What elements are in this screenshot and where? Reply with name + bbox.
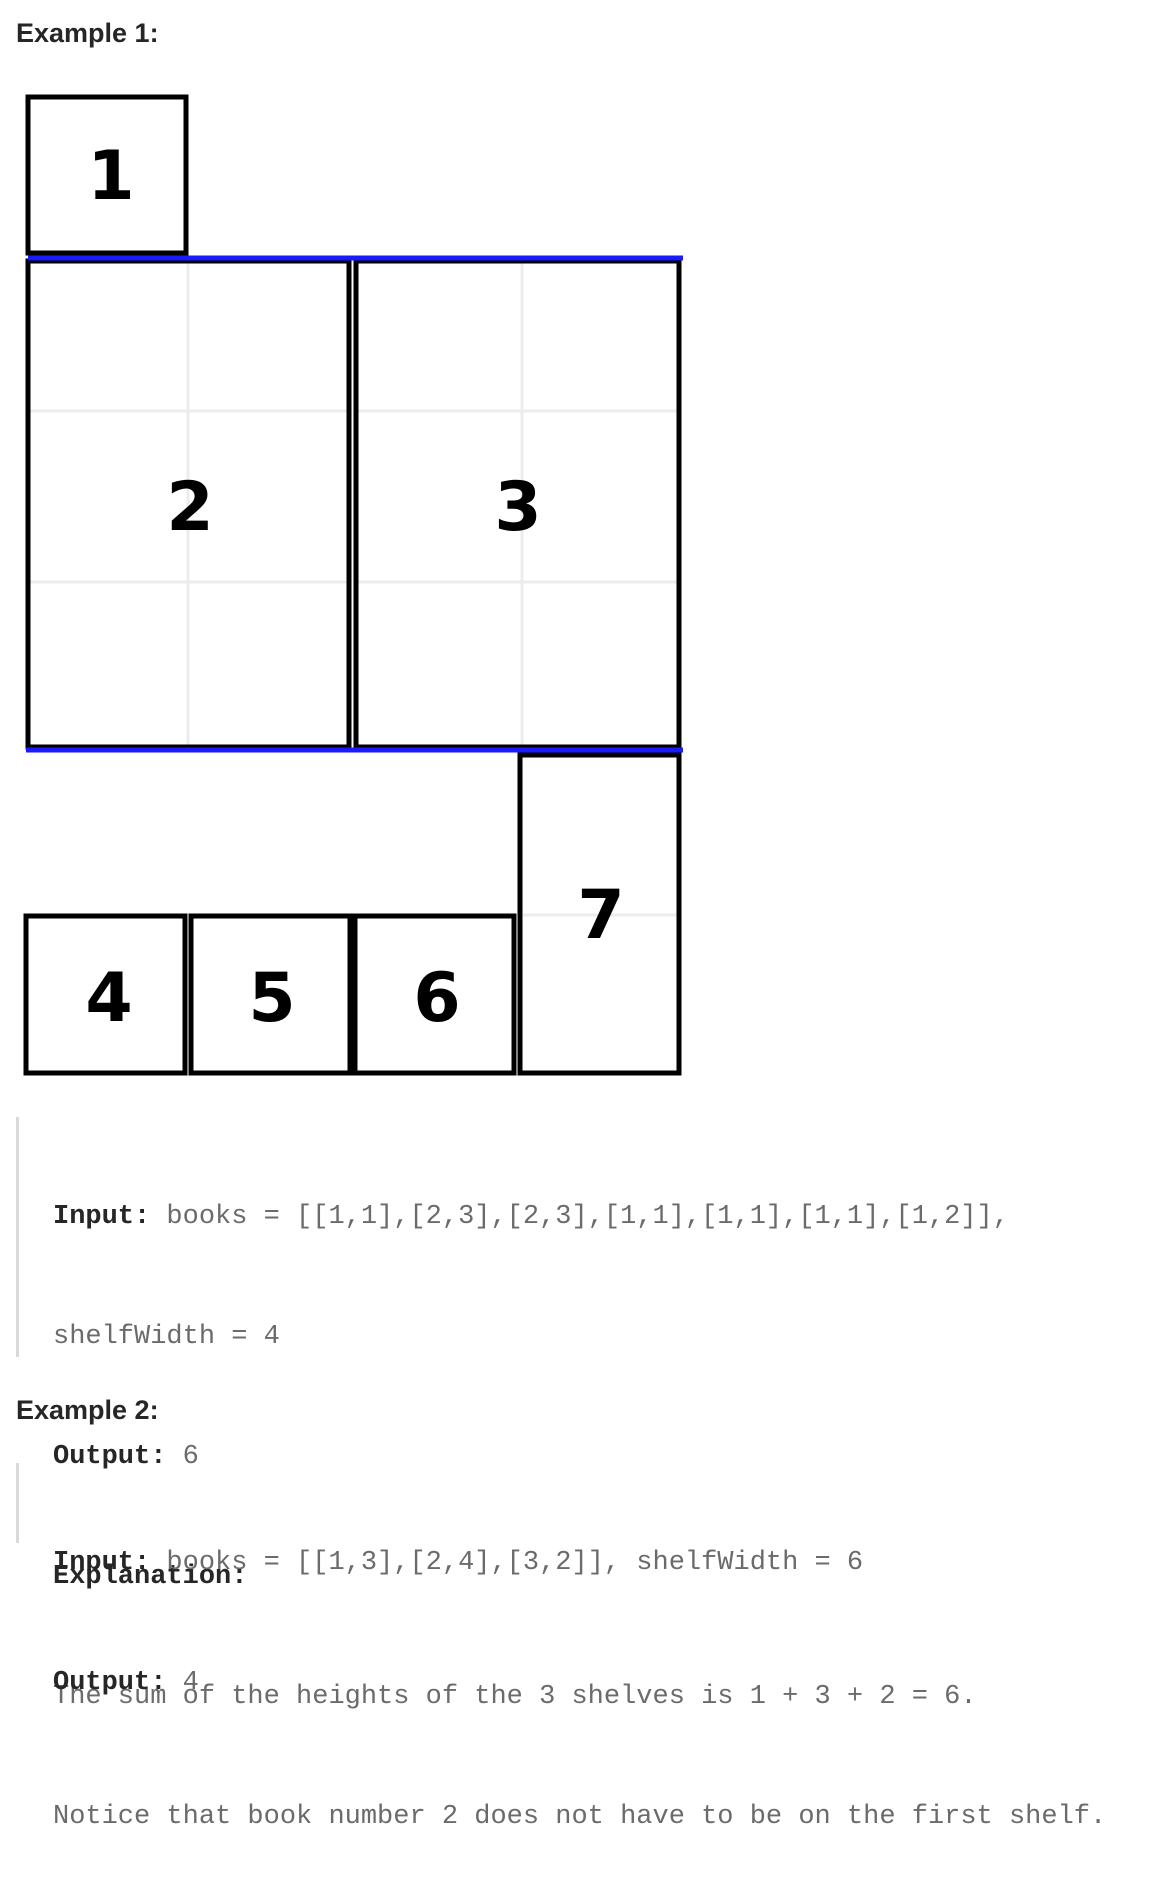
bookshelf-diagram: 1 2 3 4 5 6 7 [23, 94, 683, 1076]
example-2-heading: Example 2: [16, 1395, 159, 1425]
input-label: Input: [53, 1548, 151, 1578]
output-line: Output: 4 [53, 1663, 863, 1703]
input-value: books = [[1,1],[2,3],[2,3],[1,1],[1,1],[… [150, 1202, 1009, 1232]
book-3-label: 3 [494, 468, 541, 547]
book-5-label: 5 [248, 959, 295, 1038]
example-1-code-block: Input: books = [[1,1],[2,3],[2,3],[1,1],… [16, 1117, 1106, 1832]
input-line: Input: books = [[1,3],[2,4],[3,2]], shel… [53, 1543, 863, 1583]
book-6-label: 6 [413, 959, 460, 1038]
input-value: books = [[1,3],[2,4],[3,2]], shelfWidth … [150, 1548, 864, 1578]
book-1-label: 1 [87, 137, 134, 216]
book-2-label: 2 [166, 468, 213, 547]
output-value: 4 [166, 1668, 199, 1698]
input-label: Input: [53, 1202, 151, 1232]
input-line-1: Input: books = [[1,1],[2,3],[2,3],[1,1],… [53, 1197, 1106, 1237]
book-7-label: 7 [577, 876, 624, 955]
book-4-label: 4 [85, 959, 132, 1038]
input-line-2: shelfWidth = 4 [53, 1322, 280, 1352]
output-label: Output: [53, 1668, 167, 1698]
explanation-line-2: Notice that book number 2 does not have … [53, 1802, 1107, 1832]
example-2-code-block: Input: books = [[1,3],[2,4],[3,2]], shel… [16, 1463, 863, 1698]
